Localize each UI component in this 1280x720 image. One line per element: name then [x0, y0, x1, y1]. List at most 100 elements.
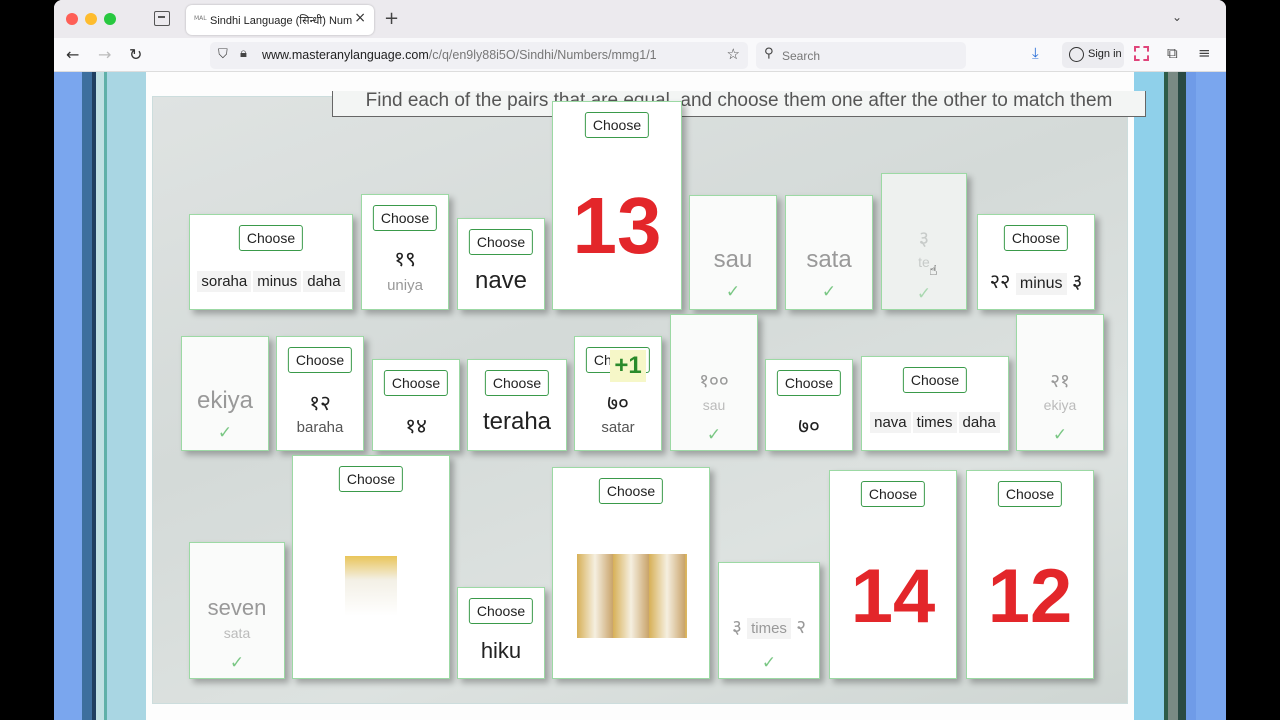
card-22-minus-3[interactable]: Choose २२ minus ३: [977, 214, 1095, 310]
check-icon: ✓: [725, 282, 741, 302]
sign-in-label: Sign in: [1088, 48, 1122, 60]
hand-cursor-icon: ☝: [929, 263, 938, 279]
card-one-cup-image[interactable]: Choose: [292, 455, 450, 679]
extensions-icon[interactable]: ⧉: [1167, 44, 1178, 62]
card-numeral: १९: [394, 248, 416, 271]
card-word: seven: [207, 595, 267, 620]
card-big-number: 12: [987, 554, 1073, 639]
tab-close-icon[interactable]: ×: [354, 10, 366, 26]
card-numeral: ३: [918, 228, 930, 250]
card-numeral: १२: [309, 392, 331, 415]
card-text: २२ minus ३: [989, 271, 1083, 295]
search-input[interactable]: ⚲ Search: [756, 42, 966, 69]
card-teraha[interactable]: Choose teraha: [467, 359, 567, 451]
choose-button[interactable]: Choose: [1003, 225, 1069, 251]
card-uniya[interactable]: Choose १९ uniya: [361, 194, 449, 310]
card-ekiya-21-matched: २१ ekiya ✓: [1016, 314, 1104, 451]
choose-button[interactable]: Choose: [860, 481, 926, 507]
card-baraha[interactable]: Choose १२ baraha: [276, 336, 364, 451]
choose-button[interactable]: Choose: [902, 367, 968, 393]
card-hiku[interactable]: Choose hiku: [457, 587, 545, 679]
card-word: satar: [601, 419, 635, 436]
card-word: sau: [713, 246, 753, 273]
card-seven-matched: seven sata ✓: [189, 542, 285, 679]
decor-stripe: [96, 72, 104, 720]
check-icon: ✓: [761, 653, 777, 673]
choose-button[interactable]: Choose: [997, 481, 1063, 507]
forward-arrow-icon[interactable]: →: [98, 45, 111, 64]
check-icon: ✓: [821, 282, 837, 302]
url-text[interactable]: www.masteranylanguage.com/c/q/en9ly88i5O…: [262, 48, 657, 62]
url-bar[interactable]: ⛉ 🔒︎ www.masteranylanguage.com/c/q/en9ly…: [210, 42, 748, 69]
close-window-icon[interactable]: [66, 13, 78, 25]
check-icon: ✓: [217, 423, 233, 443]
decor-stripe: [1178, 72, 1186, 720]
menu-icon[interactable]: ≡: [1198, 44, 1211, 62]
card-big-number: 14: [850, 554, 936, 639]
tab-list-icon[interactable]: [154, 11, 170, 26]
card-soraha-minus-daha[interactable]: Choose soraha minus daha: [189, 214, 353, 310]
choose-button[interactable]: Choose: [238, 225, 304, 251]
card-text: nava times daha: [862, 412, 1008, 433]
choose-button[interactable]: Choose: [338, 466, 404, 492]
card-70-numeral[interactable]: Choose ७०: [765, 359, 853, 451]
card-nava-times-daha[interactable]: Choose nava times daha: [861, 356, 1009, 451]
choose-button[interactable]: Choose: [776, 370, 842, 396]
decor-stripe: [1134, 72, 1164, 720]
choose-button[interactable]: Choose: [468, 598, 534, 624]
card-13[interactable]: Choose 13: [552, 101, 682, 310]
bookmark-star-icon[interactable]: ☆: [727, 45, 740, 63]
card-te-matched: ३ te ✓: [881, 173, 967, 310]
download-icon[interactable]: ⤓: [1032, 44, 1039, 62]
card-3-times-2[interactable]: ३ times २ ✓: [718, 562, 820, 679]
card-sau-matched: sau ✓: [689, 195, 777, 310]
card-numeral: १४: [405, 415, 427, 438]
choose-button[interactable]: Choose: [287, 347, 353, 373]
favicon-icon: MAL: [194, 15, 207, 22]
card-14-numeral[interactable]: Choose १४: [372, 359, 460, 451]
lock-icon[interactable]: 🔒︎: [240, 46, 247, 61]
check-icon: ✓: [1052, 425, 1068, 445]
choose-button[interactable]: Choose: [484, 370, 550, 396]
card-word: sata: [806, 246, 852, 273]
card-subword: sata: [223, 625, 251, 641]
browser-window: MAL Sindhi Language (सिन्धी) Number × + …: [54, 0, 1226, 720]
card-word: uniya: [387, 277, 423, 294]
card-sau-100-matched: १०० sau ✓: [670, 314, 758, 451]
choose-button[interactable]: Choose: [598, 478, 664, 504]
game-board: Find each of the pairs that are equal, a…: [152, 91, 1146, 704]
card-text: ३ times २: [732, 617, 806, 639]
card-word: sau: [702, 397, 726, 413]
card-sata-matched: sata ✓: [785, 195, 873, 310]
card-nave[interactable]: Choose nave: [457, 218, 545, 310]
decor-stripe: [107, 72, 146, 720]
maximize-window-icon[interactable]: [104, 13, 116, 25]
browser-tab[interactable]: MAL Sindhi Language (सिन्धी) Number ×: [186, 5, 374, 35]
card-six-cups-image[interactable]: Choose: [552, 467, 710, 679]
screenshot-icon[interactable]: [1134, 46, 1149, 61]
shield-icon[interactable]: ⛉: [218, 47, 228, 62]
card-12[interactable]: Choose 12: [966, 470, 1094, 679]
sign-in-button[interactable]: Sign in: [1062, 42, 1124, 68]
choose-button[interactable]: Choose: [372, 205, 438, 231]
choose-button[interactable]: Choose: [468, 229, 534, 255]
card-word: te: [918, 254, 930, 270]
back-arrow-icon[interactable]: ←: [66, 45, 79, 64]
new-tab-icon[interactable]: +: [384, 8, 399, 29]
title-bar: MAL Sindhi Language (सिन्धी) Number × + …: [54, 0, 1226, 38]
card-numeral: ७०: [798, 415, 820, 438]
choose-button[interactable]: Choose: [383, 370, 449, 396]
card-14[interactable]: Choose 14: [829, 470, 957, 679]
reload-icon[interactable]: ↻: [129, 45, 142, 64]
card-text: soraha minus daha: [190, 271, 352, 292]
decor-stripe: [82, 72, 92, 720]
check-icon: ✓: [706, 425, 722, 445]
minimize-window-icon[interactable]: [85, 13, 97, 25]
card-word: teraha: [482, 408, 552, 435]
card-word: hiku: [480, 638, 522, 663]
choose-button[interactable]: Choose: [584, 112, 650, 138]
chevron-down-icon[interactable]: ⌄: [1172, 10, 1182, 24]
check-icon: ✓: [916, 284, 932, 304]
card-numeral: १००: [699, 371, 729, 392]
card-word: baraha: [296, 419, 344, 436]
